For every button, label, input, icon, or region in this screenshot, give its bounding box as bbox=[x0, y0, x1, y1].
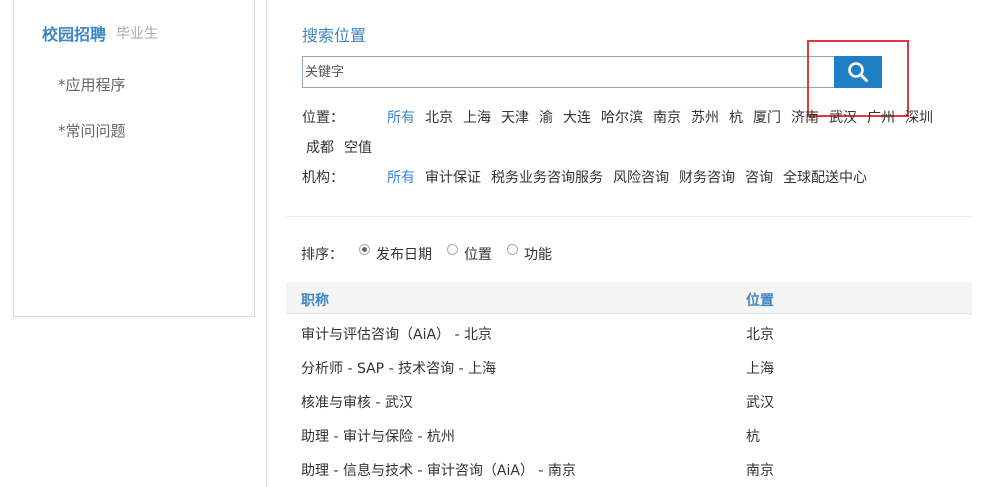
sidebar-item-applications[interactable]: *应用程序 bbox=[58, 74, 126, 95]
location-option[interactable]: 渝 bbox=[539, 107, 553, 127]
search-icon bbox=[848, 62, 868, 82]
location-option[interactable]: 厦门 bbox=[753, 107, 781, 127]
location-filter: 位置： 所有 北京 上海 天津 渝 大连 哈尔滨 南京 苏州 杭 厦门 济南 武… bbox=[302, 107, 962, 157]
location-option[interactable]: 苏州 bbox=[691, 107, 719, 127]
sort-label: 排序： bbox=[301, 247, 343, 263]
table-row[interactable]: 核准与审核 - 武汉 武汉 bbox=[286, 392, 972, 426]
job-title-link[interactable]: 核准与审核 - 武汉 bbox=[301, 392, 413, 412]
search-title: 搜索位置 bbox=[302, 26, 367, 45]
location-option[interactable]: 深圳 bbox=[905, 107, 933, 127]
divider bbox=[266, 0, 267, 487]
location-option[interactable]: 空值 bbox=[344, 137, 372, 157]
org-option[interactable]: 全球配送中心 bbox=[783, 167, 867, 187]
location-option[interactable]: 成都 bbox=[306, 137, 334, 157]
table-header: 职称 位置 bbox=[286, 282, 972, 314]
table-row[interactable]: 审计与评估咨询（AiA） - 北京 北京 bbox=[286, 324, 972, 358]
table-row[interactable]: 助理 - 信息与技术 - 审计咨询（AiA） - 南京 南京 bbox=[286, 460, 972, 487]
job-title-link[interactable]: 审计与评估咨询（AiA） - 北京 bbox=[301, 324, 492, 344]
job-location: 北京 bbox=[746, 327, 774, 343]
location-option[interactable]: 北京 bbox=[425, 107, 453, 127]
location-option[interactable]: 天津 bbox=[501, 107, 529, 127]
location-option[interactable]: 广州 bbox=[867, 107, 895, 127]
section-divider bbox=[286, 216, 972, 217]
location-filter-label: 位置： bbox=[302, 110, 344, 126]
search-input[interactable] bbox=[302, 56, 835, 88]
location-option[interactable]: 南京 bbox=[653, 107, 681, 127]
sort-radio-date[interactable] bbox=[359, 244, 370, 255]
sort-row: 排序： 发布日期 位置 功能 bbox=[301, 244, 601, 264]
org-option-all[interactable]: 所有 bbox=[387, 167, 415, 187]
job-title-link[interactable]: 分析师 - SAP - 技术咨询 - 上海 bbox=[301, 358, 496, 378]
org-filter: 机构： 所有 审计保证 税务业务咨询服务 风险咨询 财务咨询 咨询 全球配送中心 bbox=[302, 167, 962, 187]
job-location: 杭 bbox=[746, 429, 760, 445]
search-button[interactable] bbox=[834, 56, 882, 88]
sort-radio-function[interactable] bbox=[507, 244, 518, 255]
location-option[interactable]: 武汉 bbox=[829, 107, 857, 127]
table-row[interactable]: 助理 - 审计与保险 - 杭州 杭 bbox=[286, 426, 972, 460]
job-title-link[interactable]: 助理 - 审计与保险 - 杭州 bbox=[301, 426, 455, 446]
org-option[interactable]: 税务业务咨询服务 bbox=[491, 167, 603, 187]
sidebar-title[interactable]: 校园招聘 bbox=[42, 21, 106, 45]
job-title-link[interactable]: 助理 - 信息与技术 - 审计咨询（AiA） - 南京 bbox=[301, 460, 576, 480]
org-option[interactable]: 审计保证 bbox=[425, 167, 481, 187]
location-option[interactable]: 杭 bbox=[729, 107, 743, 127]
table-row[interactable]: 分析师 - SAP - 技术咨询 - 上海 上海 bbox=[286, 358, 972, 392]
sidebar: 校园招聘 毕业生 *应用程序 *常问问题 bbox=[13, 0, 255, 317]
sidebar-item-faq[interactable]: *常问问题 bbox=[58, 120, 126, 141]
org-option[interactable]: 财务咨询 bbox=[679, 167, 735, 187]
org-option[interactable]: 风险咨询 bbox=[613, 167, 669, 187]
location-option[interactable]: 上海 bbox=[463, 107, 491, 127]
sort-option-function[interactable]: 功能 bbox=[524, 244, 552, 264]
job-location: 武汉 bbox=[746, 395, 774, 411]
org-option[interactable]: 咨询 bbox=[745, 167, 773, 187]
location-option-all[interactable]: 所有 bbox=[387, 107, 415, 127]
job-location: 南京 bbox=[746, 463, 774, 479]
location-option[interactable]: 大连 bbox=[563, 107, 591, 127]
org-filter-label: 机构： bbox=[302, 170, 344, 186]
column-header-title[interactable]: 职称 bbox=[301, 290, 329, 310]
location-option[interactable]: 哈尔滨 bbox=[601, 107, 643, 127]
column-header-location[interactable]: 位置 bbox=[746, 290, 774, 310]
location-option[interactable]: 济南 bbox=[791, 107, 819, 127]
job-location: 上海 bbox=[746, 361, 774, 377]
sort-option-date[interactable]: 发布日期 bbox=[376, 244, 432, 264]
sort-option-location[interactable]: 位置 bbox=[464, 244, 492, 264]
sidebar-subtitle[interactable]: 毕业生 bbox=[116, 23, 158, 43]
sort-radio-location[interactable] bbox=[447, 244, 458, 255]
